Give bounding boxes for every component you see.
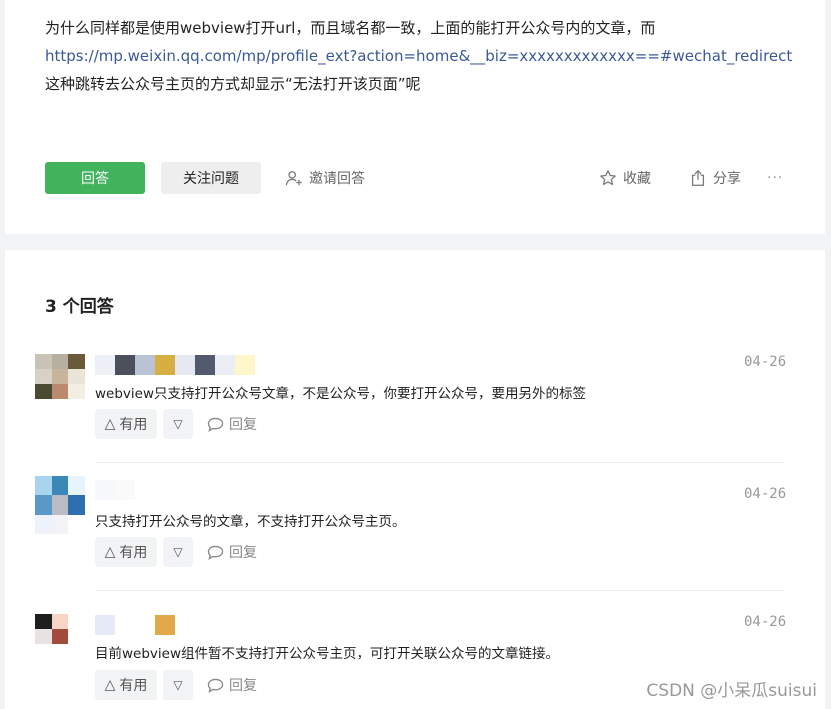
- answer-text: 只支持打开公众号的文章，不支持打开公众号主页。: [95, 514, 406, 530]
- question-text-before: 为什么同样都是使用webview打开url，而且域名都一致，上面的能打开公众号内…: [45, 19, 656, 37]
- useful-label: 有用: [119, 417, 148, 433]
- more-options-button[interactable]: ···: [767, 162, 783, 194]
- divider: [95, 590, 785, 591]
- reply-button[interactable]: 回复: [207, 675, 257, 695]
- triangle-up-icon: △: [104, 416, 116, 432]
- question-text-after: 这种跳转去公众号主页的方式却显示“无法打开该页面”呢: [45, 75, 421, 93]
- triangle-up-icon: △: [104, 544, 116, 560]
- comment-bubble-icon: [207, 545, 224, 560]
- avatar[interactable]: [35, 614, 85, 659]
- not-useful-button[interactable]: ▽: [163, 409, 193, 439]
- share-icon: [691, 169, 705, 186]
- follow-question-button[interactable]: 关注问题: [161, 162, 261, 194]
- answer-actions: △ 有用 ▽ 回复: [95, 537, 257, 567]
- answer-date: 04-26: [744, 354, 787, 370]
- question-body: 为什么同样都是使用webview打开url，而且域名都一致，上面的能打开公众号内…: [45, 14, 795, 98]
- reply-label: 回复: [229, 417, 257, 433]
- username-blurred[interactable]: [95, 355, 255, 375]
- answer-text: webview只支持打开公众号文章，不是公众号，你要打开公众号，要用另外的标签: [95, 386, 587, 402]
- answer-actions: △ 有用 ▽ 回复: [95, 409, 257, 439]
- watermark: CSDN @小呆瓜suisui: [646, 681, 817, 701]
- not-useful-button[interactable]: ▽: [163, 670, 193, 700]
- question-card: 为什么同样都是使用webview打开url，而且域名都一致，上面的能打开公众号内…: [5, 0, 825, 234]
- useful-button[interactable]: △ 有用: [95, 537, 157, 567]
- answer-date: 04-26: [744, 614, 787, 630]
- useful-label: 有用: [119, 545, 148, 561]
- collect-button[interactable]: 收藏: [599, 162, 651, 194]
- reply-button[interactable]: 回复: [207, 542, 257, 562]
- share-label: 分享: [713, 171, 741, 187]
- answer-date: 04-26: [744, 486, 787, 502]
- invite-answer-button[interactable]: 邀请回答: [285, 162, 365, 194]
- reply-label: 回复: [229, 545, 257, 561]
- invite-answer-label: 邀请回答: [309, 171, 365, 187]
- reply-button[interactable]: 回复: [207, 414, 257, 434]
- not-useful-button[interactable]: ▽: [163, 537, 193, 567]
- triangle-down-icon: ▽: [173, 545, 183, 559]
- useful-button[interactable]: △ 有用: [95, 409, 157, 439]
- username-blurred[interactable]: [95, 615, 175, 635]
- avatar[interactable]: [35, 354, 85, 399]
- answer-text: 目前webview组件暂不支持打开公众号主页，可打开关联公众号的文章链接。: [95, 646, 560, 662]
- comment-bubble-icon: [207, 417, 224, 432]
- star-icon: [600, 170, 616, 186]
- triangle-down-icon: ▽: [173, 417, 183, 431]
- answers-count: 3 个回答: [45, 297, 114, 317]
- useful-label: 有用: [119, 678, 148, 694]
- divider: [95, 462, 785, 463]
- reply-label: 回复: [229, 678, 257, 694]
- share-button[interactable]: 分享: [689, 162, 741, 194]
- answer-actions: △ 有用 ▽ 回复: [95, 670, 257, 700]
- question-link[interactable]: https://mp.weixin.qq.com/mp/profile_ext?…: [45, 47, 792, 65]
- collect-label: 收藏: [623, 171, 651, 187]
- comment-bubble-icon: [207, 678, 224, 693]
- avatar[interactable]: [35, 476, 85, 534]
- triangle-down-icon: ▽: [173, 678, 183, 692]
- answer-button[interactable]: 回答: [45, 162, 145, 194]
- username-blurred[interactable]: [95, 480, 135, 500]
- answers-card: 3 个回答 04-26 webview只支持打开公众号文章，不是公众号，你要打开…: [5, 250, 825, 709]
- triangle-up-icon: △: [104, 677, 116, 693]
- useful-button[interactable]: △ 有用: [95, 670, 157, 700]
- add-user-icon: [285, 171, 302, 186]
